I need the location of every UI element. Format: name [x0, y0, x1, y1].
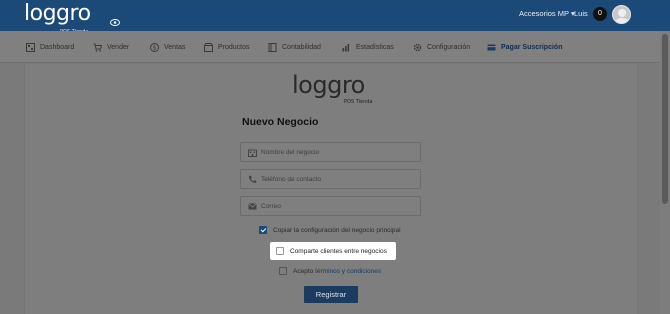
form-logo: loggro POS Tienda — [292, 73, 373, 105]
envelope-icon — [248, 203, 257, 210]
main-nav: Dashboard Vender $ Ventas Productos Cont… — [0, 31, 660, 63]
nav-vender[interactable]: Vender — [93, 31, 129, 63]
terms-row[interactable]: Acepto términos y condiciones — [279, 267, 381, 275]
nav-label: Estadísticas — [356, 43, 394, 51]
building-icon — [248, 149, 257, 157]
nav-label: Configuración — [427, 43, 471, 51]
terms-checkbox[interactable] — [279, 267, 287, 275]
terms-link[interactable]: términos y condiciones — [315, 268, 381, 275]
nav-contabilidad[interactable]: Contabilidad — [268, 31, 321, 63]
business-name-field[interactable] — [240, 142, 421, 162]
app-logo[interactable]: loggro POS Tienda — [24, 3, 91, 36]
gear-icon — [413, 43, 422, 51]
share-clients-label: Comparte clientes entre negocios — [290, 247, 387, 255]
phone-icon — [249, 175, 257, 183]
email-field[interactable] — [240, 196, 421, 216]
phone-input[interactable] — [261, 172, 416, 187]
top-header: loggro POS Tienda Accesorios MP ▾ Luis 0 — [0, 0, 670, 36]
store-selector[interactable]: Accesorios MP ▾ — [519, 9, 575, 18]
nav-label: Vender — [107, 43, 130, 51]
copy-config-row[interactable]: Copiar la configuración del negocio prin… — [259, 226, 401, 234]
nav-label: Ventas — [164, 43, 186, 51]
form-logo-subtitle: POS Tienda — [344, 99, 373, 105]
store-name: Accesorios MP — [519, 9, 569, 18]
copy-config-checkbox[interactable] — [259, 226, 267, 234]
business-name-input[interactable] — [261, 145, 416, 160]
email-input[interactable] — [261, 199, 416, 214]
avatar[interactable] — [612, 5, 631, 24]
content-panel — [24, 64, 638, 314]
dashboard-icon — [26, 42, 35, 52]
nav-label: Productos — [218, 43, 250, 51]
share-clients-checkbox[interactable] — [276, 247, 284, 255]
nav-label: Dashboard — [40, 43, 75, 51]
nav-estadisticas[interactable]: Estadísticas — [342, 31, 394, 63]
scrollbar[interactable] — [660, 31, 670, 314]
eye-icon[interactable] — [110, 19, 120, 26]
bar-chart-icon — [342, 43, 350, 51]
scrollbar-thumb[interactable] — [662, 34, 668, 204]
nav-pagar-suscripcion[interactable]: Pagar Suscripción — [487, 31, 562, 63]
dollar-icon: $ — [150, 42, 159, 52]
nav-label: Pagar Suscripción — [501, 43, 563, 51]
nav-ventas[interactable]: $ Ventas — [150, 31, 185, 63]
nav-label: Contabilidad — [282, 43, 321, 51]
nav-dashboard[interactable]: Dashboard — [26, 31, 74, 63]
page-title: Nuevo Negocio — [242, 116, 319, 128]
box-icon — [204, 42, 213, 52]
notification-badge[interactable]: 0 — [593, 7, 607, 21]
share-clients-row[interactable]: Comparte clientes entre negocios — [276, 247, 387, 255]
book-icon — [268, 42, 277, 52]
nav-configuracion[interactable]: Configuración — [413, 31, 470, 63]
credit-card-icon — [487, 44, 496, 50]
share-clients-highlight: Comparte clientes entre negocios — [270, 242, 396, 260]
register-button[interactable]: Registrar — [304, 286, 358, 303]
cart-icon — [93, 43, 102, 52]
terms-prefix: Acepto — [293, 267, 314, 275]
user-name[interactable]: Luis — [574, 9, 588, 18]
copy-config-label: Copiar la configuración del negocio prin… — [273, 226, 401, 234]
svg-text:$: $ — [153, 44, 157, 51]
nav-productos[interactable]: Productos — [204, 31, 250, 63]
phone-field[interactable] — [240, 169, 421, 189]
